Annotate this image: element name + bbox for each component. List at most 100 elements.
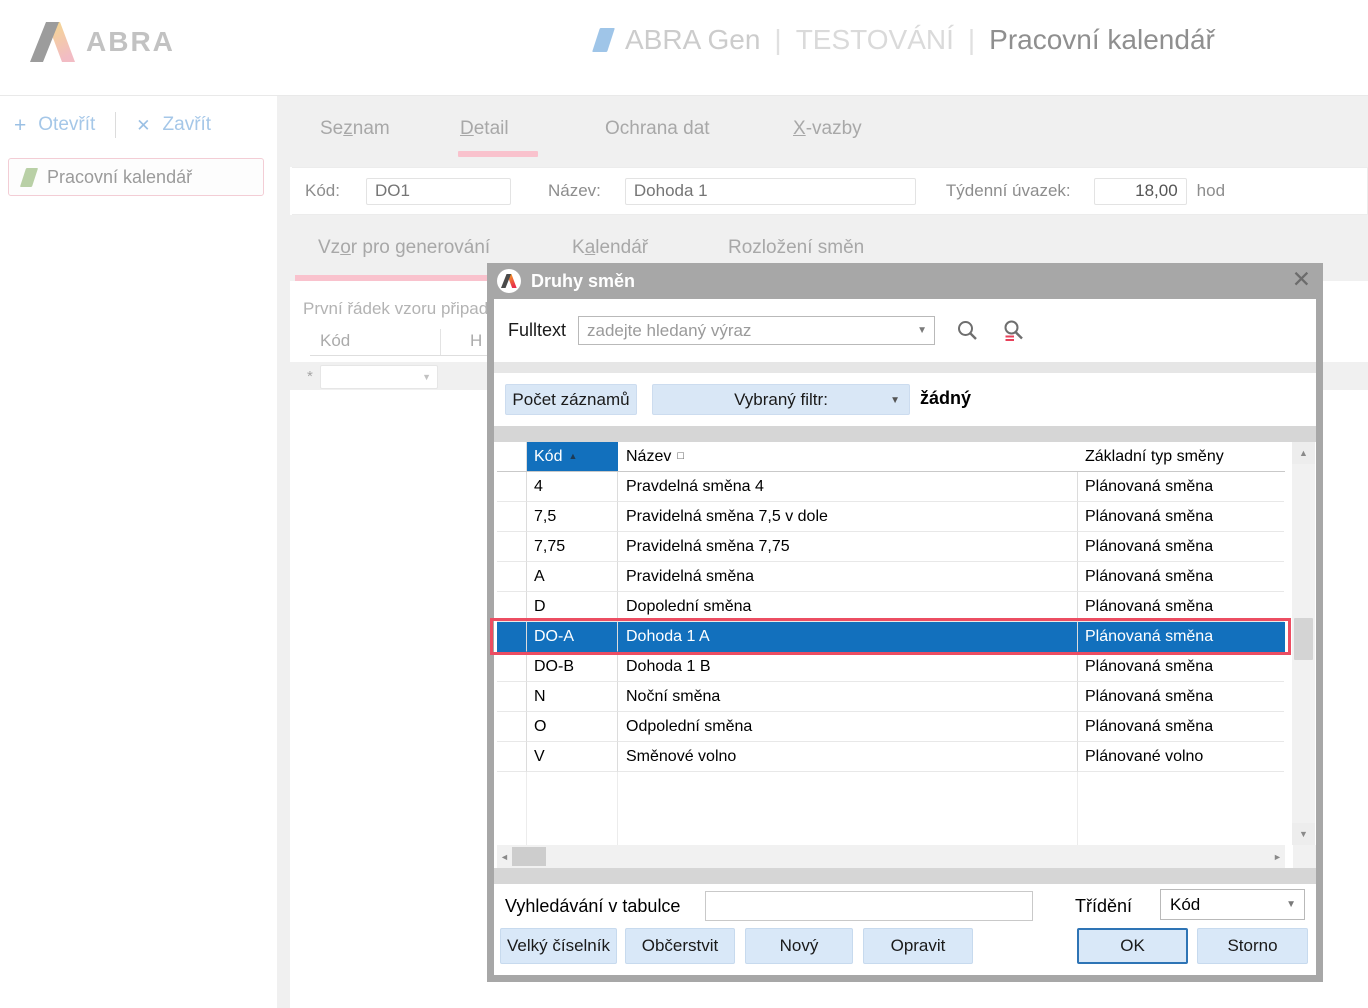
column-guide — [526, 772, 527, 845]
subtab-vzor-pro-generovani[interactable]: Vzor pro generování — [318, 237, 490, 259]
fulltext-dropdown-icon[interactable]: ▼ — [917, 325, 927, 336]
sort-select[interactable]: Kód ▼ — [1160, 889, 1305, 920]
open-button[interactable]: + Otevřít — [14, 114, 95, 136]
environment-name: TESTOVÁNÍ — [796, 24, 954, 56]
selected-row-highlight-box — [490, 618, 1291, 655]
fulltext-row: Fulltext ▼ — [494, 299, 1316, 362]
dialog-close-icon[interactable]: ✕ — [1292, 266, 1311, 293]
dialog-body: Fulltext ▼ Počet záznamů Vybraný filtr: … — [494, 299, 1316, 975]
fulltext-search-settings-icon[interactable] — [1002, 319, 1026, 348]
cell-typ: Plánovaná směna — [1078, 682, 1284, 712]
scroll-down-icon[interactable]: ▼ — [1292, 823, 1315, 845]
column-header-nazev[interactable]: Název □ — [618, 442, 1078, 471]
window-title: ABRA Gen | TESTOVÁNÍ | Pracovní kalendář — [596, 24, 1215, 56]
cell-nazev: Odpolední směna — [618, 712, 1078, 742]
nazev-label: Název: — [548, 181, 601, 201]
fulltext-input[interactable] — [579, 317, 925, 344]
column-header-kod[interactable]: Kód ▲ — [527, 442, 618, 471]
section-divider — [494, 868, 1316, 884]
shift-table-body: 4Pravdelná směna 4Plánovaná směna7,5Prav… — [497, 472, 1285, 772]
edit-button[interactable]: Opravit — [863, 928, 973, 964]
table-search-label: Vyhledávání v tabulce — [505, 896, 680, 917]
cell-typ: Plánovaná směna — [1078, 472, 1284, 502]
sidebar: + Otevřít ✕ Zavřít Pracovní kalendář — [0, 96, 277, 1008]
app-header: ABRA ABRA Gen | TESTOVÁNÍ | Pracovní kal… — [0, 0, 1368, 96]
sidebar-toolbar: + Otevřít ✕ Zavřít — [14, 112, 211, 138]
table-row[interactable]: 4Pravdelná směna 4Plánovaná směna — [497, 472, 1285, 502]
subtab-kalendar[interactable]: Kalendář — [572, 237, 648, 259]
cell-typ: Plánované volno — [1078, 742, 1284, 772]
open-button-label: Otevřít — [38, 114, 95, 136]
scroll-up-icon[interactable]: ▲ — [1292, 442, 1315, 464]
dialog-titlebar[interactable]: Druhy směn ✕ — [487, 263, 1323, 299]
ok-button[interactable]: OK — [1077, 928, 1188, 964]
first-row-label: První řádek vzoru připada — [303, 299, 498, 319]
shift-table: Kód ▲ Název □ Základní typ směny 4Pravde… — [494, 442, 1316, 845]
sort-dropdown-icon: ▼ — [1286, 899, 1296, 910]
close-button[interactable]: ✕ Zavřít — [136, 114, 211, 136]
table-row[interactable]: 7,75Pravidelná směna 7,75Plánovaná směna — [497, 532, 1285, 562]
horizontal-scrollbar[interactable]: ◄ ► — [497, 845, 1285, 868]
scroll-left-icon[interactable]: ◄ — [497, 845, 512, 868]
mini-combo[interactable]: ▼ — [320, 365, 438, 389]
table-row[interactable]: NNoční směnaPlánovaná směna — [497, 682, 1285, 712]
druhy-smen-dialog: Druhy směn ✕ Fulltext ▼ Počet záznamů Vy… — [487, 263, 1323, 982]
fulltext-combo: ▼ — [578, 316, 935, 345]
kod-label: Kód: — [305, 181, 340, 201]
cell-typ: Plánovaná směna — [1078, 562, 1284, 592]
table-search-row: Vyhledávání v tabulce Třídění Kód ▼ — [494, 884, 1316, 928]
row-gutter — [497, 712, 527, 742]
sort-select-value: Kód — [1170, 895, 1200, 915]
shift-table-header: Kód ▲ Název □ Základní typ směny — [497, 442, 1285, 472]
table-search-input[interactable] — [705, 891, 1033, 921]
cancel-button[interactable]: Storno — [1197, 928, 1308, 964]
horizontal-scrollbar-thumb[interactable] — [512, 847, 546, 866]
new-button[interactable]: Nový — [745, 928, 853, 964]
sort-asc-icon: ▲ — [568, 452, 577, 461]
uvazek-field[interactable] — [1094, 178, 1187, 205]
cell-kod: V — [527, 742, 618, 772]
search-icon[interactable] — [956, 319, 980, 348]
mini-col-separator — [440, 329, 441, 355]
uvazek-unit: hod — [1197, 181, 1225, 201]
vertical-scrollbar-thumb[interactable] — [1294, 618, 1313, 660]
table-row[interactable]: APravidelná směnaPlánovaná směna — [497, 562, 1285, 592]
column-header-typ[interactable]: Základní typ směny — [1078, 442, 1284, 471]
big-list-button[interactable]: Velký číselník — [500, 928, 617, 964]
dialog-button-row: Velký číselník Občerstvit Nový Opravit O… — [494, 928, 1316, 968]
record-count-button[interactable]: Počet záznamů — [505, 384, 637, 415]
sidebar-gap — [277, 96, 290, 1008]
tab-ochrana-dat[interactable]: Ochrana dat — [605, 118, 710, 140]
table-row[interactable]: DO-BDohoda 1 BPlánovaná směna — [497, 652, 1285, 682]
refresh-button[interactable]: Občerstvit — [625, 928, 735, 964]
table-row[interactable]: OOdpolední směnaPlánovaná směna — [497, 712, 1285, 742]
tab-detail[interactable]: Detail — [460, 118, 509, 140]
vertical-scrollbar[interactable]: ▲ ▼ — [1292, 442, 1315, 845]
kod-field[interactable] — [366, 178, 511, 205]
tab-seznam[interactable]: Seznam — [320, 118, 390, 140]
abra-logo: ABRA — [30, 22, 175, 62]
cell-kod: 7,75 — [527, 532, 618, 562]
table-row[interactable]: VSměnové volnoPlánované volno — [497, 742, 1285, 772]
tab-x-vazby[interactable]: X-vazby — [793, 118, 862, 140]
selected-filter-dropdown[interactable]: Vybraný filtr: ▼ — [652, 384, 910, 415]
row-gutter — [497, 472, 527, 502]
row-gutter — [497, 742, 527, 772]
cell-kod: 7,5 — [527, 502, 618, 532]
sidebar-item-pracovni-kalendar[interactable]: Pracovní kalendář — [8, 158, 264, 196]
nazev-field[interactable] — [625, 178, 916, 205]
table-row[interactable]: 7,5Pravidelná směna 7,5 v dolePlánovaná … — [497, 502, 1285, 532]
chevron-down-icon: ▼ — [422, 372, 431, 382]
column-options-icon: □ — [677, 451, 684, 462]
cell-kod: 4 — [527, 472, 618, 502]
subtab-rozlozeni-smen[interactable]: Rozložení směn — [728, 237, 864, 259]
module-name: Pracovní kalendář — [989, 24, 1215, 56]
filter-dropdown-icon: ▼ — [890, 395, 900, 406]
row-gutter — [497, 652, 527, 682]
column-guide — [617, 772, 618, 845]
scroll-right-icon[interactable]: ► — [1270, 845, 1285, 868]
row-gutter — [497, 502, 527, 532]
section-divider — [494, 426, 1316, 442]
cell-typ: Plánovaná směna — [1078, 532, 1284, 562]
title-separator: | — [968, 24, 975, 56]
